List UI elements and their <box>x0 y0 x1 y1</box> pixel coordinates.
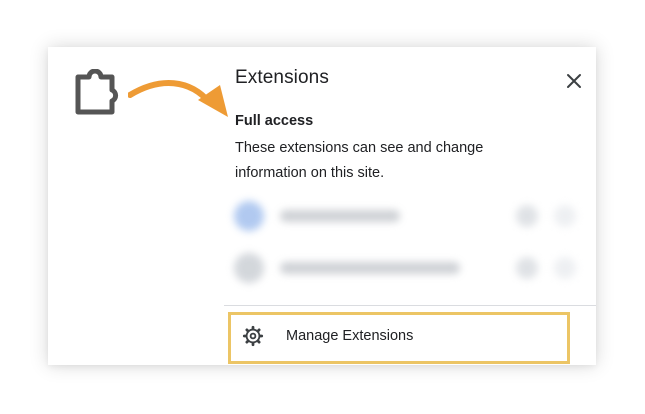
extension-avatar <box>234 253 264 283</box>
menu-icon[interactable] <box>554 257 576 279</box>
manage-extensions-label: Manage Extensions <box>286 328 414 344</box>
close-icon[interactable] <box>562 69 586 93</box>
puzzle-piece-icon <box>75 69 119 115</box>
menu-icon[interactable] <box>554 205 576 227</box>
popup-title: Extensions <box>235 67 329 88</box>
manage-extensions-button[interactable]: Manage Extensions <box>228 312 570 364</box>
list-item[interactable] <box>234 201 584 231</box>
curved-arrow-icon <box>128 80 228 117</box>
gear-icon <box>242 325 264 347</box>
divider <box>224 305 596 306</box>
extension-name-placeholder <box>280 262 460 274</box>
extension-avatar <box>234 201 264 231</box>
list-item[interactable] <box>234 253 584 283</box>
extension-name-placeholder <box>280 210 400 222</box>
pin-icon[interactable] <box>516 257 538 279</box>
section-description: These extensions can see and change info… <box>235 140 484 181</box>
extensions-popup: Extensions Full access These extensions … <box>48 47 596 365</box>
blurred-extension-list <box>224 193 596 305</box>
section-heading: Full access <box>235 113 314 129</box>
pin-icon[interactable] <box>516 205 538 227</box>
